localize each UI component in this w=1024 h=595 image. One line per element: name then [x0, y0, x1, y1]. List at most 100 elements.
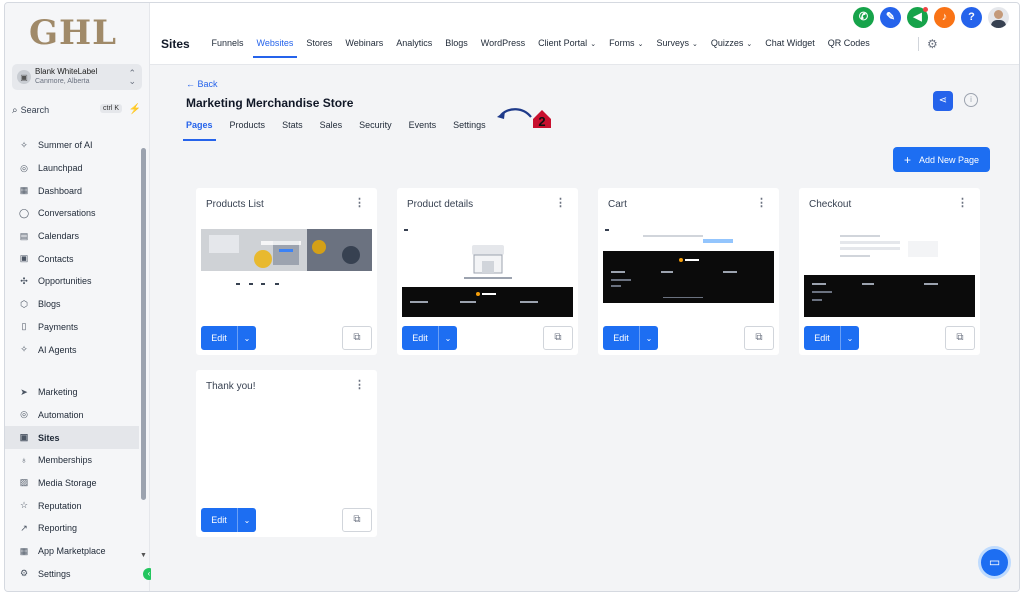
card-title: Products List — [206, 199, 264, 210]
page-card-cart[interactable]: Cart ⋮ Edit ⌄ ⧉ — [598, 188, 779, 355]
add-new-page-button[interactable]: + Add New Page — [893, 147, 990, 172]
share-button[interactable]: ⋖ — [933, 91, 953, 111]
chevron-down-icon: ⌄ — [746, 41, 753, 48]
page-thumbnail[interactable] — [201, 227, 372, 317]
more-vertical-icon[interactable]: ⋮ — [354, 378, 365, 391]
page-card-product-details[interactable]: Product details ⋮ Edit ⌄ ⧉ — [397, 188, 578, 355]
edit-button[interactable]: Edit ⌄ — [201, 508, 256, 532]
more-vertical-icon[interactable]: ⋮ — [756, 196, 767, 209]
nav-tab-forms[interactable]: Forms ⌄ — [603, 38, 650, 58]
sidebar-item-label: Blogs — [38, 299, 61, 310]
annotation-arrow-icon — [497, 108, 532, 119]
tab-pages[interactable]: Pages — [183, 120, 216, 142]
sidebar-item-reputation[interactable]: ☆ Reputation — [5, 494, 139, 517]
tab-products[interactable]: Products — [230, 120, 266, 142]
more-vertical-icon[interactable]: ⋮ — [957, 196, 968, 209]
tab-sales[interactable]: Sales — [320, 120, 343, 142]
edit-button[interactable]: Edit ⌄ — [201, 326, 256, 350]
sidebar-item-blogs[interactable]: ⬡ Blogs — [5, 293, 139, 316]
sidebar-item-launchpad[interactable]: ◎ Launchpad — [5, 157, 139, 180]
info-icon[interactable]: i — [964, 93, 978, 107]
sidebar-item-label: Automation — [38, 409, 84, 420]
edit-label: Edit — [603, 326, 640, 350]
page-thumbnail[interactable] — [603, 227, 774, 317]
edit-button[interactable]: Edit ⌄ — [804, 326, 859, 350]
chevron-down-icon[interactable]: ⌄ — [439, 334, 457, 343]
nav-tab-chat-widget[interactable]: Chat Widget — [759, 38, 822, 58]
page-card-checkout[interactable]: Checkout ⋮ Edit ⌄ ⧉ — [799, 188, 980, 355]
nav-tab-webinars[interactable]: Webinars — [339, 38, 390, 58]
card-title: Cart — [608, 199, 627, 210]
external-link-icon[interactable]: ⧉ — [342, 326, 372, 350]
sidebar-item-opportunities[interactable]: ✣ Opportunities — [5, 270, 139, 293]
sidebar-item-summer-of-ai[interactable]: ✧ Summer of AI — [5, 134, 139, 157]
nav-tab-label: Chat Widget — [765, 38, 815, 48]
sidebar-item-media-storage[interactable]: ▨ Media Storage — [5, 472, 139, 495]
tab-stats[interactable]: Stats — [282, 120, 303, 142]
sidebar-item-label: Memberships — [38, 455, 93, 466]
sidebar-item-automation[interactable]: ◎ Automation — [5, 404, 139, 427]
sites-settings-gear-icon[interactable]: ⚙ — [918, 37, 938, 51]
external-link-icon[interactable]: ⧉ — [744, 326, 774, 350]
nav-tab-quizzes[interactable]: Quizzes ⌄ — [704, 38, 758, 58]
tab-settings[interactable]: Settings — [453, 120, 486, 142]
nav-tab-analytics[interactable]: Analytics — [390, 38, 439, 58]
user-avatar[interactable] — [988, 7, 1009, 28]
receipt-icon: ▯ — [21, 321, 27, 332]
sidebar-item-sites[interactable]: ▣ Sites — [5, 426, 139, 449]
nav-tab-funnels[interactable]: Funnels — [205, 38, 250, 58]
nav-tab-blogs[interactable]: Blogs — [439, 38, 475, 58]
help-icon[interactable]: ? — [961, 7, 982, 28]
sidebar-item-contacts[interactable]: ▣ Contacts — [5, 247, 139, 270]
sidebar-item-marketing[interactable]: ➤ Marketing — [5, 381, 139, 404]
scroll-down-icon[interactable]: ▼ — [140, 552, 147, 559]
nav-tab-qr-codes[interactable]: QR Codes — [821, 38, 876, 58]
more-vertical-icon[interactable]: ⋮ — [354, 196, 365, 209]
sidebar-item-dashboard[interactable]: ▦ Dashboard — [5, 179, 139, 202]
sidebar-search[interactable]: ⌕ Search ctrl K — [12, 101, 122, 119]
sidebar-scrollbar[interactable] — [141, 148, 146, 500]
page-card-thank-you[interactable]: Thank you! ⋮ Edit ⌄ ⧉ — [196, 370, 377, 537]
tab-events[interactable]: Events — [409, 120, 437, 142]
megaphone-icon[interactable]: ◀ — [907, 7, 928, 28]
sidebar-item-reporting[interactable]: ↗ Reporting — [5, 517, 139, 540]
chat-support-button[interactable]: ▭ — [978, 546, 1011, 579]
page-thumbnail[interactable] — [804, 227, 975, 317]
quick-action-bolt-icon[interactable]: ⚡ — [128, 103, 142, 117]
sidebar-item-app-marketplace[interactable]: ▦ App Marketplace — [5, 540, 139, 563]
external-link-icon[interactable]: ⧉ — [945, 326, 975, 350]
sidebar-item-ai-agents[interactable]: ✧ AI Agents — [5, 338, 139, 361]
account-switcher[interactable]: ▣ Blank WhiteLabel Canmore, Alberta ⌃ ⌄ — [12, 64, 142, 90]
nav-tab-client-portal[interactable]: Client Portal ⌄ — [532, 38, 603, 58]
chevron-down-icon[interactable]: ⌄ — [238, 516, 256, 525]
page-card-products-list[interactable]: Products List ⋮ Edit ⌄ ⧉ — [196, 188, 377, 355]
magic-icon[interactable]: ✎ — [880, 7, 901, 28]
edit-button[interactable]: Edit ⌄ — [603, 326, 658, 350]
external-link-icon[interactable]: ⧉ — [342, 508, 372, 532]
external-link-icon[interactable]: ⧉ — [543, 326, 573, 350]
tab-security[interactable]: Security — [359, 120, 392, 142]
chevron-down-icon: ⌄ — [637, 41, 644, 48]
sparkle-icon: ✧ — [20, 139, 28, 150]
bell-icon[interactable]: ♪ — [934, 7, 955, 28]
nav-tab-websites[interactable]: Websites — [250, 38, 300, 58]
page-thumbnail[interactable] — [402, 227, 573, 317]
back-link[interactable]: ← Back — [186, 79, 218, 89]
chevron-down-icon[interactable]: ⌄ — [640, 334, 658, 343]
page-thumbnail[interactable] — [201, 409, 372, 499]
chevron-down-icon[interactable]: ⌄ — [841, 334, 859, 343]
nav-tab-wordpress[interactable]: WordPress — [474, 38, 531, 58]
sidebar-item-calendars[interactable]: ▤ Calendars — [5, 225, 139, 248]
edit-button[interactable]: Edit ⌄ — [402, 326, 457, 350]
phone-icon[interactable]: ✆ — [853, 7, 874, 28]
sidebar-item-payments[interactable]: ▯ Payments — [5, 316, 139, 339]
sidebar-item-conversations[interactable]: ◯ Conversations — [5, 202, 139, 225]
sidebar-item-memberships[interactable]: ♁ Memberships — [5, 449, 139, 472]
chart-line-icon: ↗ — [20, 522, 28, 533]
more-vertical-icon[interactable]: ⋮ — [555, 196, 566, 209]
brand-logo[interactable]: GHL — [29, 13, 117, 53]
nav-tab-surveys[interactable]: Surveys ⌄ — [650, 38, 704, 58]
sidebar-item-settings[interactable]: ⚙ Settings — [5, 562, 139, 585]
nav-tab-stores[interactable]: Stores — [300, 38, 339, 58]
chevron-down-icon[interactable]: ⌄ — [238, 334, 256, 343]
